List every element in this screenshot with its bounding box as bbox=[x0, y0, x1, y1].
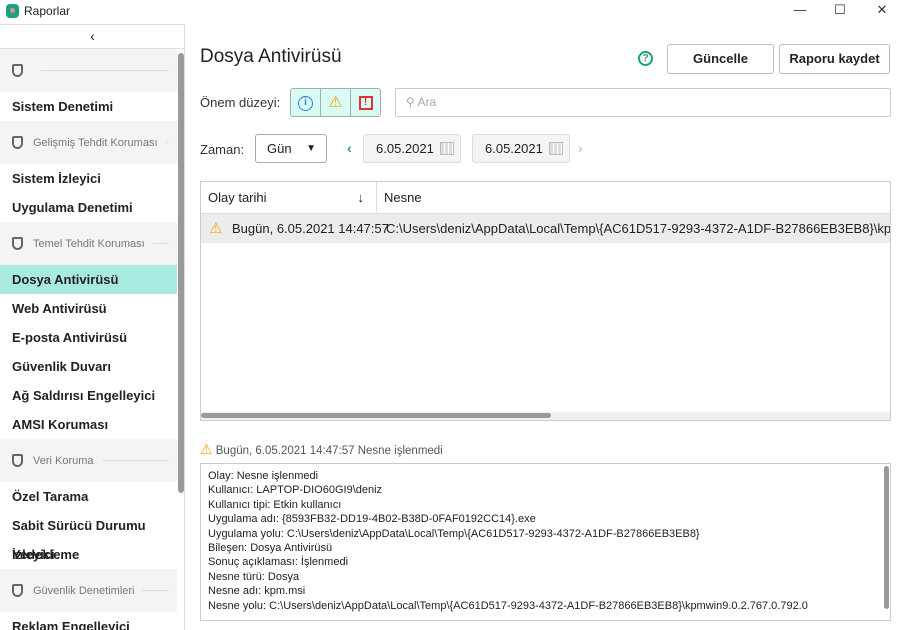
minimize-button[interactable]: — bbox=[780, 0, 820, 22]
sidebar-item[interactable]: Uygulama Denetimi bbox=[0, 193, 177, 222]
sidebar-section-header: Gelişmiş Tehdit Koruması bbox=[0, 121, 177, 164]
detail-line: Bileşen: Dosya Antivirüsü bbox=[208, 542, 333, 555]
detail-line: Uygulama adı: {8593FB32-DD19-4B02-B38D-0… bbox=[208, 513, 536, 526]
detail-line: Kullanıcı tipi: Etkin kullanıcı bbox=[208, 498, 342, 511]
info-icon: i bbox=[298, 95, 313, 111]
details-scrollbar[interactable] bbox=[884, 466, 889, 609]
date-from-field[interactable]: 6.05.2021 bbox=[363, 134, 461, 163]
shield-icon bbox=[12, 584, 23, 597]
critical-filter-button[interactable]: ! bbox=[351, 89, 380, 116]
critical-icon: ! bbox=[358, 96, 373, 111]
detail-line: Nesne yolu: C:\Users\deniz\AppData\Local… bbox=[208, 599, 808, 612]
detail-line: Nesne türü: Dosya bbox=[208, 570, 300, 583]
collapse-sidebar-button[interactable]: ‹ bbox=[0, 25, 184, 49]
warning-icon: ⚠ bbox=[328, 94, 343, 111]
column-header-object[interactable]: Nesne bbox=[377, 182, 890, 214]
maximize-button[interactable]: ☐ bbox=[820, 0, 860, 22]
sidebar-section-header: Güvenlik Denetimleri bbox=[0, 569, 177, 612]
sidebar-item[interactable]: Sabit Sürücü Durumu İzleyici bbox=[0, 511, 177, 562]
sidebar-item[interactable]: Ağ Saldırısı Engelleyici bbox=[0, 381, 177, 410]
shield-icon bbox=[12, 237, 23, 250]
sidebar-item[interactable]: Web Antivirüsü bbox=[0, 294, 177, 323]
object-cell: C:\Users\deniz\AppData\Local\Temp\{AC61D… bbox=[386, 221, 891, 236]
app-logo-icon bbox=[6, 4, 19, 18]
sidebar-item[interactable]: E-posta Antivirüsü bbox=[0, 323, 177, 352]
horizontal-scrollbar[interactable] bbox=[201, 412, 890, 420]
close-button[interactable]: ✕ bbox=[862, 0, 900, 22]
detail-header-text: Bugün, 6.05.2021 14:47:57 Nesne işlenmed… bbox=[215, 445, 443, 457]
chevron-down-icon: ▼ bbox=[306, 143, 316, 154]
sidebar-item[interactable]: Özel Tarama bbox=[0, 482, 177, 511]
section-label: Veri Koruma bbox=[33, 454, 94, 467]
sidebar-item[interactable]: Sistem İzleyici bbox=[0, 164, 177, 193]
sidebar-section-header bbox=[0, 49, 177, 92]
column-header-event-date[interactable]: Olay tarihi ↓ bbox=[201, 182, 377, 214]
sidebar: ‹ Sistem Denetimi Gelişmiş Tehdit Korumas… bbox=[0, 24, 185, 630]
date-to-value: 6.05.2021 bbox=[485, 141, 543, 156]
detail-line: Kullanıcı: LAPTOP-DIO60GI9\deniz bbox=[208, 484, 383, 497]
sidebar-item[interactable]: Güvenlik Duvarı bbox=[0, 352, 177, 381]
detail-line: Uygulama yolu: C:\Users\deniz\AppData\Lo… bbox=[208, 527, 700, 540]
previous-period-button[interactable]: ‹ bbox=[347, 140, 352, 156]
shield-icon bbox=[12, 64, 23, 77]
severity-label: Önem düzeyi: bbox=[200, 95, 281, 110]
search-placeholder: Ara bbox=[417, 95, 437, 109]
shield-icon bbox=[12, 136, 23, 149]
sort-down-icon: ↓ bbox=[357, 190, 365, 205]
update-button[interactable]: Güncelle bbox=[667, 44, 774, 74]
period-select[interactable]: Gün ▼ bbox=[255, 134, 327, 163]
date-from-value: 6.05.2021 bbox=[376, 141, 434, 156]
date-to-field[interactable]: 6.05.2021 bbox=[472, 134, 570, 163]
period-value: Gün bbox=[267, 141, 292, 156]
sidebar-item[interactable]: AMSI Koruması bbox=[0, 410, 177, 439]
sidebar-item[interactable]: Reklam Engelleyici bbox=[0, 612, 177, 630]
help-icon[interactable]: ? bbox=[638, 51, 653, 66]
section-label: Güvenlik Denetimleri bbox=[33, 584, 135, 597]
sidebar-section-header: Veri Koruma bbox=[0, 439, 177, 482]
search-input[interactable]: ⚲ Ara bbox=[395, 88, 891, 117]
search-icon: ⚲ bbox=[406, 95, 415, 109]
detail-line: Olay: Nesne işlenmedi bbox=[208, 470, 319, 482]
severity-filter: i ⚠ ! bbox=[290, 88, 381, 117]
calendar-icon[interactable] bbox=[440, 142, 454, 155]
sidebar-scrollbar[interactable] bbox=[178, 53, 184, 493]
column-label: Olay tarihi bbox=[208, 190, 267, 205]
warning-icon: ⚠ bbox=[209, 220, 223, 237]
time-label: Zaman: bbox=[200, 142, 245, 157]
detail-line: Nesne adı: kpm.msi bbox=[208, 585, 306, 598]
section-label: Gelişmiş Tehdit Koruması bbox=[33, 136, 158, 149]
next-period-button[interactable]: › bbox=[578, 140, 583, 156]
calendar-icon[interactable] bbox=[549, 142, 563, 155]
sidebar-item[interactable]: Dosya Antivirüsü bbox=[0, 265, 177, 294]
save-report-button[interactable]: Raporu kaydet bbox=[779, 44, 890, 74]
sidebar-section-header: Temel Tehdit Koruması bbox=[0, 222, 177, 265]
warning-icon: ⚠ bbox=[200, 441, 213, 457]
detail-line: Sonuç açıklaması: İşlenmedi bbox=[208, 556, 349, 569]
event-details-box[interactable]: Olay: Nesne işlenmedi Kullanıcı: LAPTOP-D… bbox=[200, 463, 891, 621]
warning-filter-button[interactable]: ⚠ bbox=[321, 89, 351, 116]
sidebar-item[interactable]: Yedekleme bbox=[0, 540, 177, 569]
sidebar-item[interactable]: Sistem Denetimi bbox=[0, 92, 177, 121]
window-title: Raporlar bbox=[24, 4, 71, 18]
table-row[interactable]: ⚠ Bugün, 6.05.2021 14:47:57 C:\Users\den… bbox=[201, 214, 891, 243]
info-filter-button[interactable]: i bbox=[291, 89, 321, 116]
section-label: Temel Tehdit Koruması bbox=[33, 237, 145, 250]
detail-header: ⚠ Bugün, 6.05.2021 14:47:57 Nesne işlenm… bbox=[200, 441, 443, 458]
title-bar: Raporlar — ☐ ✕ bbox=[0, 0, 900, 24]
page-title: Dosya Antivirüsü bbox=[200, 46, 342, 67]
shield-icon bbox=[12, 454, 23, 467]
event-date-cell: Bugün, 6.05.2021 14:47:57 bbox=[232, 221, 389, 236]
events-table: Olay tarihi ↓ Nesne ⚠ Bugün, 6.05.2021 14… bbox=[200, 181, 891, 421]
